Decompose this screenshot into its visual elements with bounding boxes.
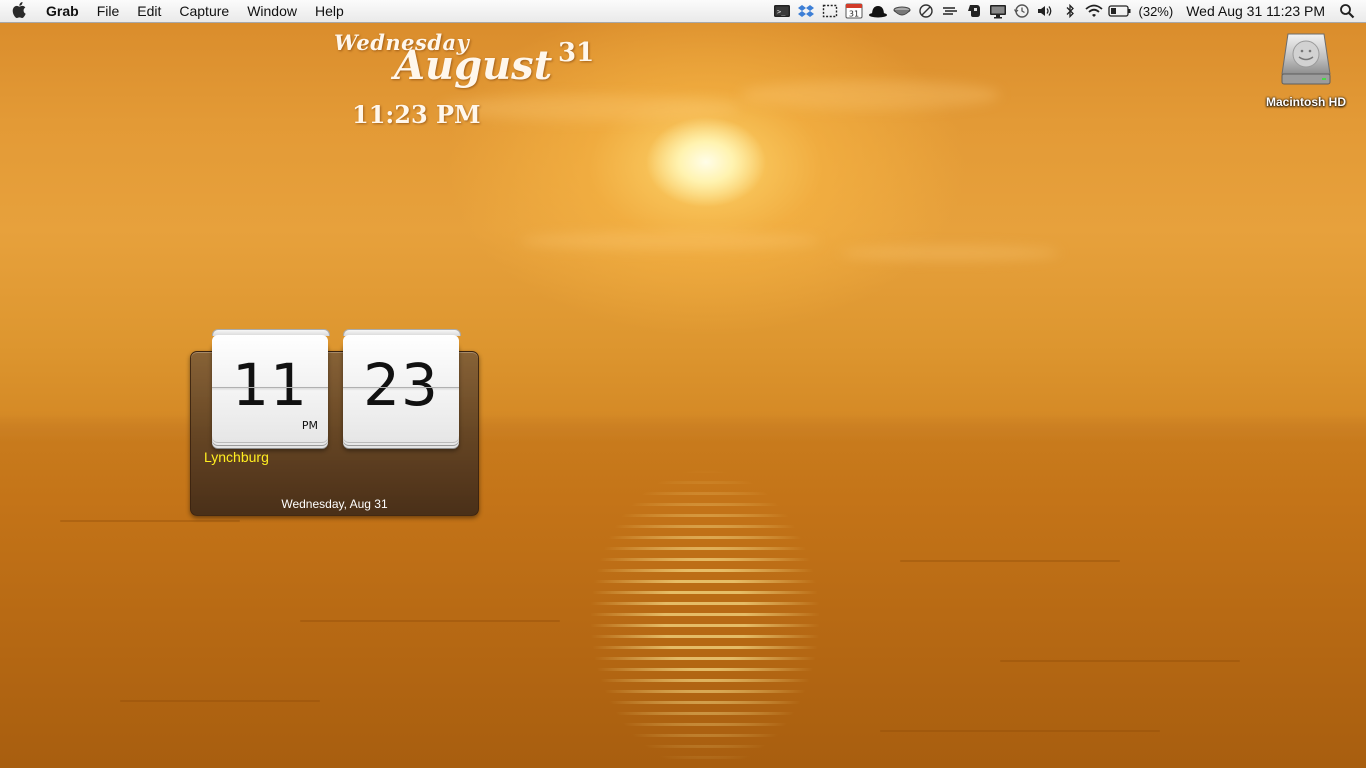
spotlight-icon[interactable] — [1336, 0, 1358, 22]
desktop-icon-label[interactable]: Macintosh HD — [1260, 95, 1352, 109]
menu-file[interactable]: File — [88, 0, 129, 22]
wave — [300, 620, 560, 622]
city-label: Lynchburg — [204, 449, 269, 465]
wave — [900, 560, 1120, 562]
display-icon[interactable] — [987, 0, 1009, 22]
battery-percent[interactable]: (32%) — [1134, 4, 1179, 19]
menu-help[interactable]: Help — [306, 0, 353, 22]
minute-digits: 23 — [363, 351, 439, 419]
gothic-time: 11:23 PM — [352, 100, 481, 129]
menu-edit[interactable]: Edit — [128, 0, 170, 22]
ampm-label: PM — [301, 419, 318, 432]
menu-capture[interactable]: Capture — [170, 0, 238, 22]
menubar-clock[interactable]: Wed Aug 31 11:23 PM — [1178, 3, 1335, 19]
calendar-badge: 31 — [848, 10, 858, 19]
flip-clock-widget[interactable]: 11 PM 23 Lynchburg Wednesday, Aug 31 — [190, 329, 479, 516]
cloud — [740, 80, 1000, 110]
gothic-date: 31 — [558, 38, 595, 68]
gothic-month: August — [394, 42, 553, 89]
menu-bar: Grab File Edit Capture Window Help >_ 31 — [0, 0, 1366, 23]
macintosh-hd-item[interactable]: Macintosh HD — [1260, 30, 1352, 109]
apple-menu[interactable] — [0, 1, 38, 21]
cloud — [840, 245, 1060, 261]
menu-window[interactable]: Window — [238, 0, 306, 22]
wave — [60, 520, 240, 522]
card-divider — [343, 387, 459, 388]
battery-icon[interactable] — [1107, 0, 1133, 22]
hour-card: 11 PM — [212, 335, 328, 442]
bluetooth-icon[interactable] — [1059, 0, 1081, 22]
hard-drive-icon[interactable] — [1278, 30, 1334, 88]
wave — [1000, 660, 1240, 662]
bowl-icon[interactable] — [891, 0, 913, 22]
apple-icon[interactable] — [12, 1, 26, 21]
dropbox-icon[interactable] — [795, 0, 817, 22]
wave — [880, 730, 1160, 732]
card-divider — [212, 387, 328, 388]
menu-app-name[interactable]: Grab — [38, 0, 88, 22]
cloud — [520, 232, 820, 250]
calendar-icon[interactable]: 31 — [843, 0, 865, 22]
widget-date: Wednesday, Aug 31 — [281, 497, 388, 511]
selection-icon[interactable] — [819, 0, 841, 22]
minute-card: 23 — [343, 335, 459, 442]
terminal-icon[interactable]: >_ — [771, 0, 793, 22]
time-machine-icon[interactable] — [1011, 0, 1033, 22]
wave — [120, 700, 320, 702]
wifi-icon[interactable] — [1083, 0, 1105, 22]
svg-text:>_: >_ — [777, 8, 786, 16]
cloud — [440, 95, 740, 121]
bowler-hat-icon[interactable] — [867, 0, 889, 22]
slash-circle-icon[interactable] — [915, 0, 937, 22]
script-icon[interactable] — [939, 0, 961, 22]
volume-icon[interactable] — [1035, 0, 1057, 22]
status-menus: >_ 31 (32%) Wed Aug 31 11:23 PM — [770, 0, 1366, 22]
evernote-icon[interactable] — [963, 0, 985, 22]
sun-reflection — [590, 470, 820, 768]
